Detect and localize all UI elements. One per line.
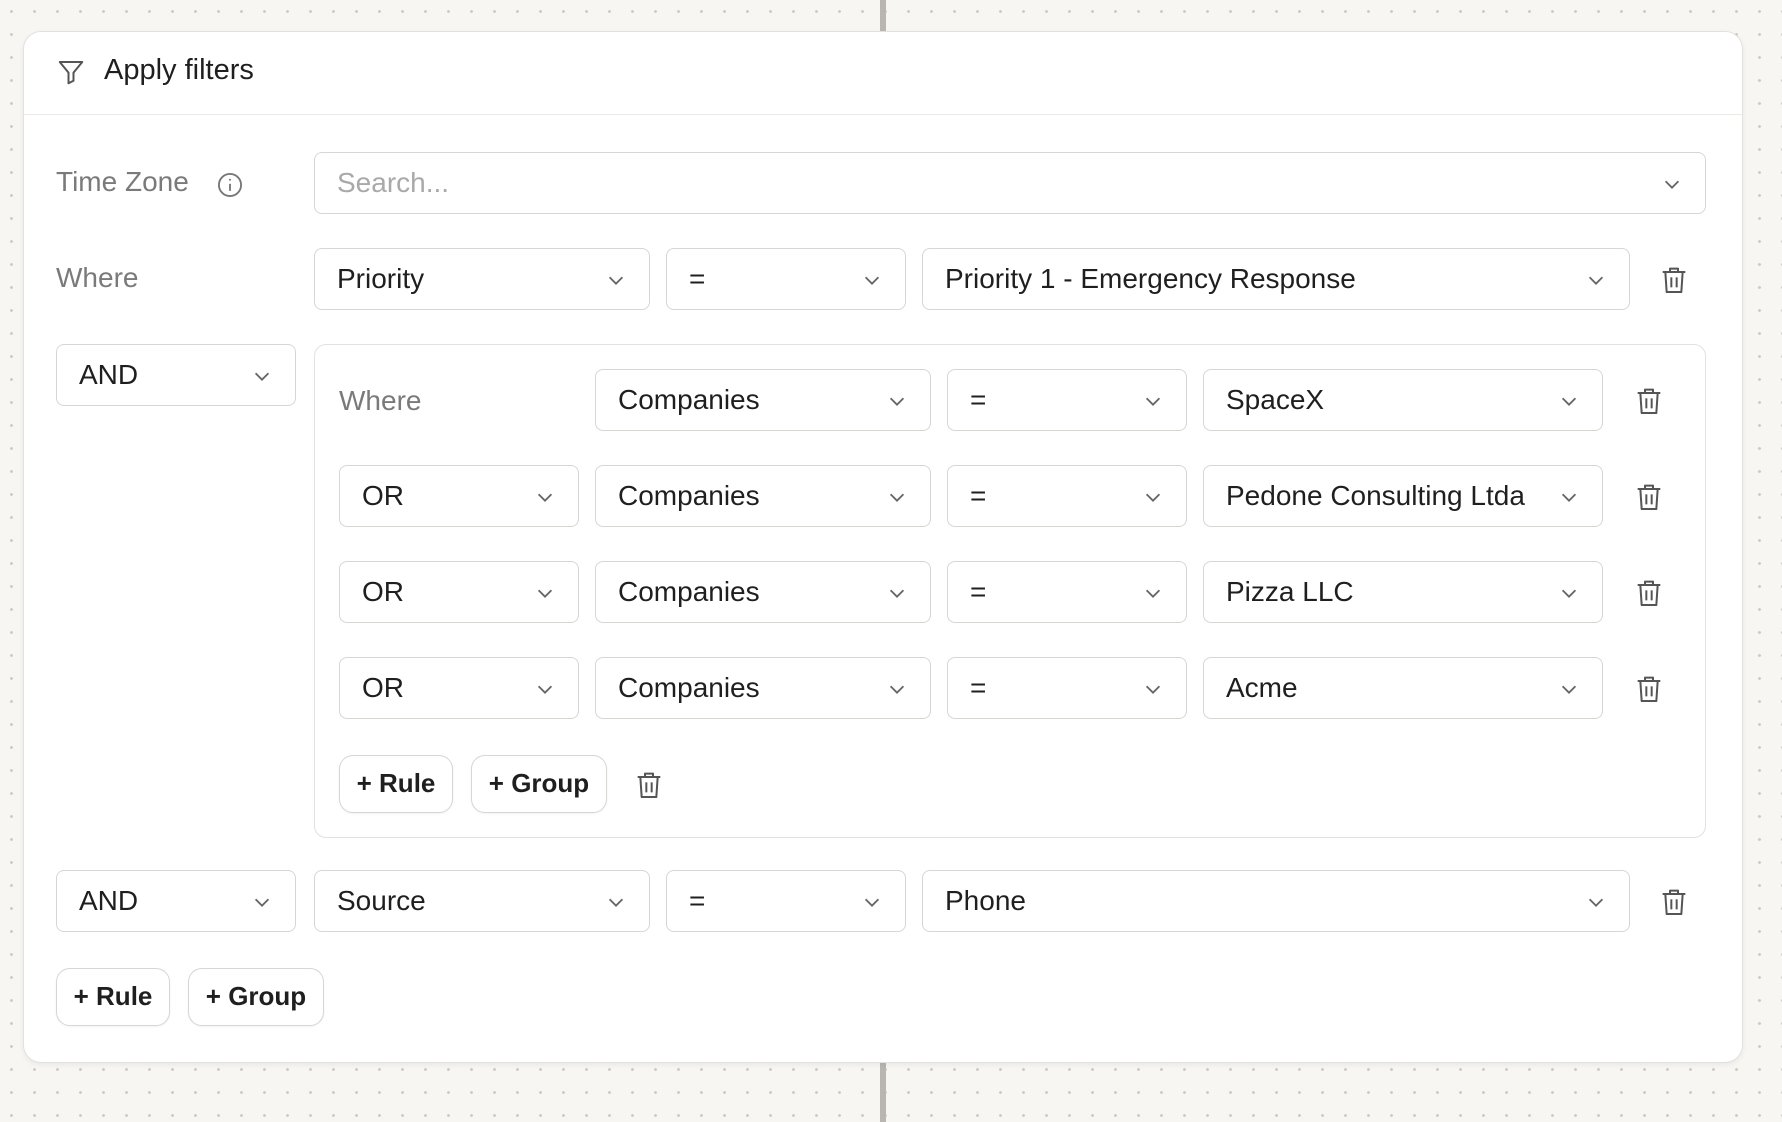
field-select-value: Companies — [618, 384, 760, 415]
chevron-down-icon — [251, 891, 273, 918]
chevron-down-icon — [1585, 891, 1607, 918]
field-select-value: Priority — [337, 263, 425, 294]
trash-icon[interactable] — [1633, 577, 1665, 609]
info-icon[interactable] — [216, 171, 244, 204]
operator-select[interactable]: = — [666, 870, 906, 932]
value-select[interactable]: SpaceX — [1203, 369, 1603, 431]
operator-select[interactable]: = — [947, 369, 1187, 431]
trash-icon[interactable] — [633, 769, 665, 801]
operator-select[interactable]: = — [947, 657, 1187, 719]
field-select[interactable]: Companies — [595, 657, 931, 719]
chevron-down-icon — [1558, 678, 1580, 705]
value-select[interactable]: Acme — [1203, 657, 1603, 719]
operator-select[interactable]: = — [947, 561, 1187, 623]
combinator-select[interactable]: AND — [56, 870, 296, 932]
value-select[interactable]: Pedone Consulting Ltda — [1203, 465, 1603, 527]
combinator-select[interactable]: OR — [339, 657, 579, 719]
field-select-value: Companies — [618, 576, 760, 607]
operator-select-value: = — [970, 576, 987, 607]
trash-icon[interactable] — [1633, 481, 1665, 513]
chevron-down-icon — [861, 891, 883, 918]
combinator-value: AND — [79, 885, 139, 916]
field-select-value: Companies — [618, 672, 760, 703]
field-select-value: Source — [337, 885, 426, 916]
operator-select-value: = — [970, 384, 987, 415]
combinator-value: OR — [362, 480, 404, 511]
value-select-value: Acme — [1226, 672, 1298, 703]
operator-select[interactable]: = — [666, 248, 906, 310]
value-select[interactable]: Priority 1 - Emergency Response — [922, 248, 1630, 310]
field-select[interactable]: Companies — [595, 561, 931, 623]
where-label: Where — [56, 262, 139, 293]
value-select[interactable]: Phone — [922, 870, 1630, 932]
field-select-value: Companies — [618, 480, 760, 511]
operator-select-value: = — [970, 672, 987, 703]
operator-select-value: = — [970, 480, 987, 511]
field-select[interactable]: Companies — [595, 369, 931, 431]
add-group-button[interactable]: + Group — [188, 968, 324, 1026]
chevron-down-icon — [1585, 269, 1607, 296]
filter-icon — [56, 57, 86, 92]
chevron-down-icon — [886, 390, 908, 417]
timezone-search-select[interactable]: Search... — [314, 152, 1706, 214]
trash-icon[interactable] — [1658, 264, 1690, 296]
timezone-label: Time Zone — [56, 166, 189, 197]
panel-title: Apply filters — [104, 54, 254, 86]
operator-select[interactable]: = — [947, 465, 1187, 527]
chevron-down-icon — [534, 486, 556, 513]
combinator-value: OR — [362, 672, 404, 703]
trash-icon[interactable] — [1633, 673, 1665, 705]
chevron-down-icon — [251, 365, 273, 392]
value-select-value: SpaceX — [1226, 384, 1325, 415]
combinator-value: OR — [362, 576, 404, 607]
chevron-down-icon — [605, 891, 627, 918]
chevron-down-icon — [1558, 390, 1580, 417]
combinator-select[interactable]: OR — [339, 465, 579, 527]
combinator-value: AND — [79, 359, 139, 390]
timezone-search-input[interactable]: Search... — [337, 167, 449, 199]
value-select-value: Phone — [945, 885, 1026, 916]
combinator-select[interactable]: OR — [339, 561, 579, 623]
panel-header: Apply filters — [24, 32, 1742, 115]
chevron-down-icon — [1558, 582, 1580, 609]
field-select[interactable]: Priority — [314, 248, 650, 310]
chevron-down-icon — [1142, 678, 1164, 705]
chevron-down-icon — [886, 678, 908, 705]
operator-select-value: = — [689, 885, 706, 916]
chevron-down-icon — [1142, 486, 1164, 513]
chevron-down-icon — [534, 678, 556, 705]
trash-icon[interactable] — [1658, 886, 1690, 918]
group-combinator-select[interactable]: AND — [56, 344, 296, 406]
value-select[interactable]: Pizza LLC — [1203, 561, 1603, 623]
chevron-down-icon — [886, 582, 908, 609]
add-group-button[interactable]: + Group — [471, 755, 607, 813]
field-select[interactable]: Source — [314, 870, 650, 932]
trash-icon[interactable] — [1633, 385, 1665, 417]
value-select-value: Pedone Consulting Ltda — [1226, 480, 1525, 511]
chevron-down-icon — [1142, 582, 1164, 609]
add-rule-button[interactable]: + Rule — [56, 968, 170, 1026]
apply-filters-panel: Apply filters Time Zone Search... Where … — [23, 31, 1743, 1063]
chevron-down-icon — [1142, 390, 1164, 417]
field-select[interactable]: Companies — [595, 465, 931, 527]
chevron-down-icon — [605, 269, 627, 296]
chevron-down-icon — [1558, 486, 1580, 513]
chevron-down-icon — [534, 582, 556, 609]
operator-select-value: = — [689, 263, 706, 294]
chevron-down-icon — [886, 486, 908, 513]
value-select-value: Priority 1 - Emergency Response — [945, 263, 1356, 294]
chevron-down-icon — [861, 269, 883, 296]
add-rule-button[interactable]: + Rule — [339, 755, 453, 813]
filter-group: Where Companies = SpaceX OR Companies = — [314, 344, 1706, 838]
value-select-value: Pizza LLC — [1226, 576, 1354, 607]
group-where-label: Where — [339, 385, 422, 416]
chevron-down-icon — [1661, 173, 1683, 200]
